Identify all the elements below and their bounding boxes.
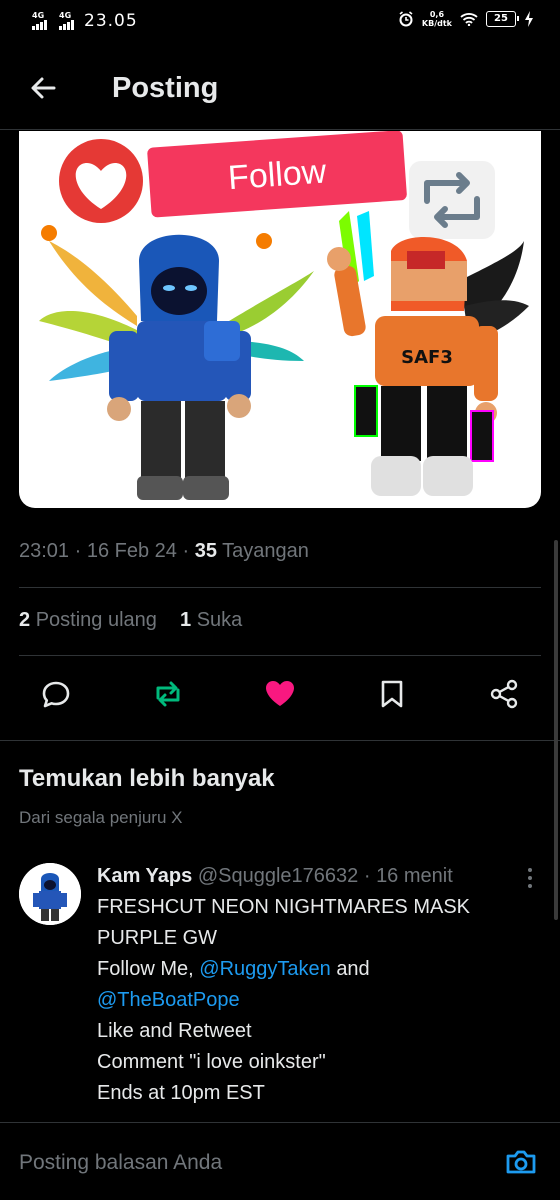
repost-icon[interactable] [152,678,184,710]
author-handle[interactable]: @Squggle176632 [198,865,358,887]
tweet-time: 16 menit [376,865,453,887]
author-name[interactable]: Kam Yaps [97,865,192,887]
tweet-line: FRESHCUT NEON NIGHTMARES MASK [97,896,470,918]
avatar[interactable] [19,863,81,925]
views-label: Tayangan [222,540,309,562]
reply-icon[interactable] [40,678,72,710]
tweet-line: Like and Retweet [97,1020,252,1042]
bookmark-icon[interactable] [376,678,408,710]
wifi-icon [460,13,478,26]
heart-icon[interactable] [264,678,296,710]
tweet-line: Comment "i love oinkster" [97,1051,326,1073]
scrollbar[interactable] [554,540,558,920]
repost-badge [409,161,495,239]
camera-icon[interactable] [504,1145,538,1179]
section-divider [0,740,560,741]
net-speed: 0,6 KB/dtk [421,10,452,28]
tweet-header: Kam Yaps @Squggle176632 · 16 menit [97,865,453,887]
post-date: 16 Feb 24 [86,540,177,562]
post-image-art: Follow SAF3 [39,131,529,500]
page-title: Posting [112,72,219,104]
signal-icon-2: 4G [59,11,74,30]
battery-indicator: 25 [486,11,519,27]
back-arrow-icon[interactable] [26,70,62,106]
tweet-body: Kam Yaps @Squggle176632 · 16 menit FRESH… [97,861,517,1109]
charging-icon [525,11,533,27]
alarm-icon [399,11,413,27]
post-time: 23:01 [19,540,70,562]
right-roblox-avatar: SAF3 [327,211,529,496]
top-app-bar: Posting [0,44,560,130]
discover-title: Temukan lebih banyak [19,765,275,792]
tweet-line: Follow Me, @RuggyTaken and [97,958,370,980]
reposts-stat[interactable]: 2 Posting ulang [19,609,157,631]
divider [19,655,541,656]
tweet-line: @TheBoatPope [97,985,517,1016]
post-image[interactable]: Follow SAF3 [19,131,541,508]
status-bar: 4G 4G 23.05 0,6 KB/dtk 25 [0,0,560,44]
discover-subtitle: Dari segala penjuru X [19,808,183,827]
views-count: 35 [194,540,217,562]
clock: 23.05 [84,11,138,31]
more-icon[interactable] [526,867,534,889]
reply-input[interactable]: Posting balasan Anda [19,1151,222,1175]
action-bar [0,668,560,722]
heart-badge [59,139,143,223]
mention-link[interactable]: @RuggyTaken [199,958,330,980]
tweet-line: Ends at 10pm EST [97,1082,265,1104]
tweet-line: PURPLE GW [97,927,218,949]
signal-icon: 4G [32,11,47,30]
likes-stat[interactable]: 1 Suka [180,609,242,631]
shirt-text: SAF3 [401,347,453,368]
follow-banner-text: Follow [227,152,328,197]
divider [19,587,541,588]
post-stats: 2 Posting ulang 1 Suka [19,609,242,632]
reply-bar: Posting balasan Anda [0,1122,560,1200]
share-icon[interactable] [488,678,520,710]
left-roblox-avatar [39,225,314,500]
mention-link[interactable]: @TheBoatPope [97,989,240,1011]
post-meta: 23:01 · 16 Feb 24 · 35 Tayangan [19,540,309,562]
follow-banner: Follow [147,131,407,218]
